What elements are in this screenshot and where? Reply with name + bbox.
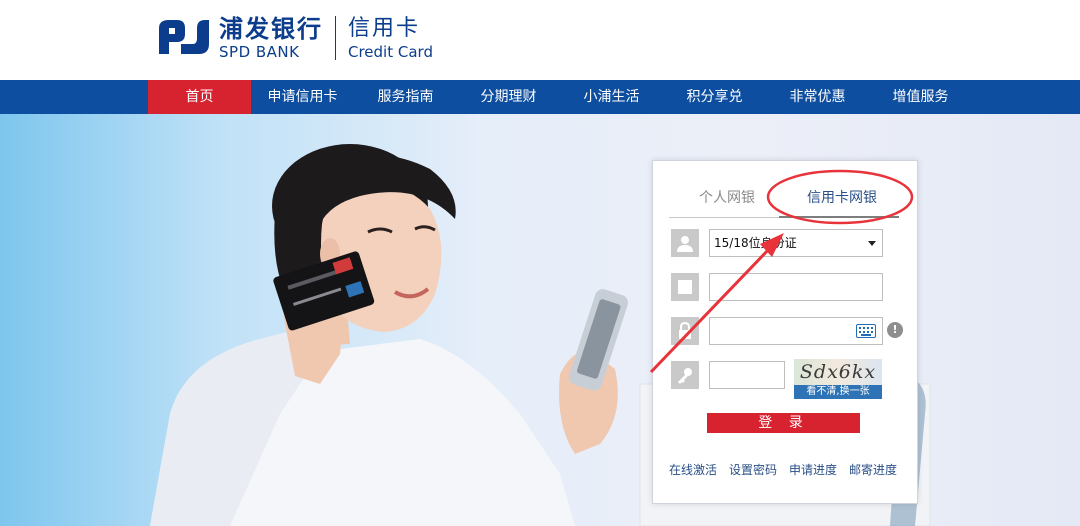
password-input[interactable] [709,317,883,345]
brand-name-en: SPD BANK [219,43,300,61]
hero-banner [0,114,1080,526]
lock-icon [671,317,699,345]
brand-name-cn: 浦发银行 [219,15,323,43]
nav-item-apply-card[interactable]: 申请信用卡 [251,80,354,114]
info-icon[interactable]: ! [887,322,903,338]
nav-item-home[interactable]: 首页 [148,80,251,114]
login-button[interactable]: 登 录 [707,413,860,433]
id-number-input[interactable] [709,273,883,301]
spd-credit-card-logo[interactable]: 浦发银行 SPD BANK 信用卡 Credit Card [155,14,433,62]
captcha-refresh-link[interactable]: 看不清,换一张 [794,385,882,399]
nav-item-points[interactable]: 积分享兑 [663,80,766,114]
hero-woman-illustration [150,144,931,526]
nav-item-offers[interactable]: 非常优惠 [766,80,869,114]
key-icon [671,361,699,389]
link-set-password[interactable]: 设置密码 [729,461,777,478]
virtual-keyboard-icon[interactable] [856,324,876,338]
id-type-selected-value: 15/18位身份证 [714,236,797,250]
product-name-cn: 信用卡 [348,16,421,41]
tab-active-indicator [779,216,899,218]
captcha-input[interactable] [709,361,785,389]
main-nav: 首页 申请信用卡 服务指南 分期理财 小浦生活 积分享兑 非常优惠 增值服务 [0,80,1080,114]
logo-divider [335,16,336,60]
nav-item-service-guide[interactable]: 服务指南 [354,80,457,114]
captcha-box[interactable]: Sdx6kx 看不清,换一张 [794,359,882,399]
id-card-icon [671,273,699,301]
spd-logo-mark-icon [155,14,211,62]
chevron-down-icon [868,241,876,246]
link-online-activation[interactable]: 在线激活 [669,461,717,478]
nav-item-value-added[interactable]: 增值服务 [869,80,972,114]
product-name-en: Credit Card [348,43,433,61]
nav-item-installment[interactable]: 分期理财 [457,80,560,114]
captcha-image[interactable]: Sdx6kx [794,359,882,385]
link-application-progress[interactable]: 申请进度 [789,461,837,478]
user-icon [671,229,699,257]
tab-credit-card-banking[interactable]: 信用卡网银 [807,187,877,207]
site-header: 浦发银行 SPD BANK 信用卡 Credit Card [0,0,1080,80]
tab-personal-banking[interactable]: 个人网银 [699,187,755,207]
login-panel: 个人网银 信用卡网银 15/18位身份证 ! Sdx6kx 看不清,换一张 登 … [652,160,918,504]
id-type-select[interactable]: 15/18位身份证 [709,229,883,257]
link-mailing-progress[interactable]: 邮寄进度 [849,461,897,478]
nav-item-life[interactable]: 小浦生活 [560,80,663,114]
